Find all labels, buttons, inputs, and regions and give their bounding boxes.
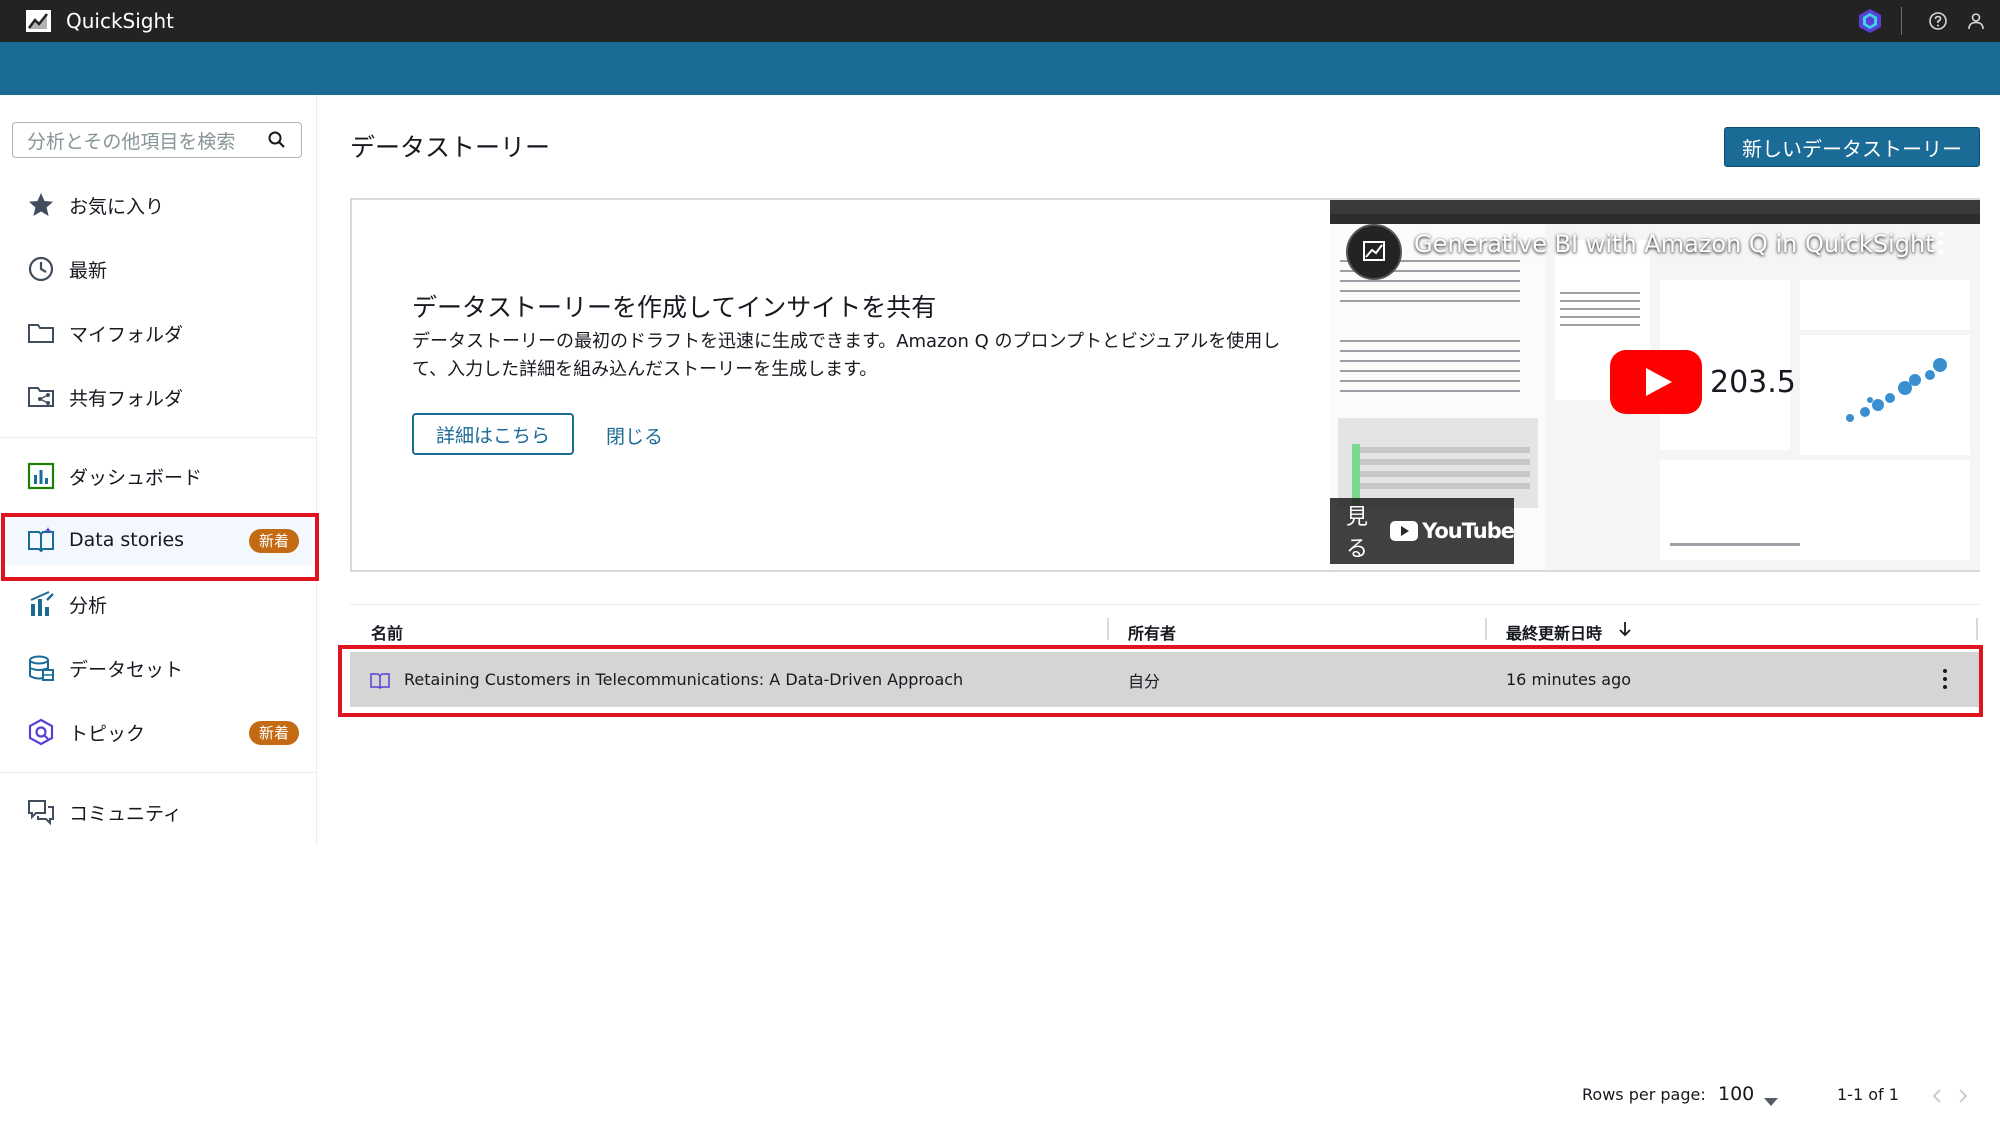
sidebar-item-datasets[interactable]: データセット [0, 640, 317, 696]
sidebar-item-my-folders[interactable]: マイフォルダ [0, 305, 317, 361]
sidebar-item-label: お気に入り [69, 195, 165, 218]
clock-icon [27, 255, 55, 283]
topic-icon [27, 718, 55, 746]
highlight-box-story-row [338, 645, 1983, 717]
channel-avatar[interactable] [1346, 224, 1402, 280]
pagination-range: 1-1 of 1 [1837, 1085, 1899, 1104]
search-input[interactable]: 分析とその他項目を検索 [12, 122, 302, 158]
watch-on-youtube-button[interactable]: 見る YouTube [1330, 498, 1515, 564]
highlight-box-data-stories [1, 513, 319, 581]
video-title[interactable]: Generative BI with Amazon Q in QuickSigh… [1414, 230, 1935, 258]
sidebar-item-analyses[interactable]: 分析 [0, 576, 317, 632]
sidebar-item-community[interactable]: コミュニティ [0, 784, 317, 840]
close-link[interactable]: 閉じる [606, 422, 663, 449]
learn-more-button[interactable]: 詳細はこちら [412, 413, 574, 455]
sidebar-item-dashboards[interactable]: ダッシュボード [0, 448, 317, 504]
sidebar-divider [0, 437, 317, 438]
youtube-logo-icon: YouTube [1390, 519, 1515, 543]
sidebar: 分析とその他項目を検索 お気に入り 最新 マイフォルダ 共有フォルダ ダッシュボ… [0, 95, 317, 845]
sidebar-item-label: 最新 [69, 259, 108, 282]
sidebar-item-favorites[interactable]: お気に入り [0, 177, 317, 233]
promo-banner: データストーリーを作成してインサイトを共有 データストーリーの最初のドラフトを迅… [350, 198, 1980, 572]
amazon-q-icon[interactable] [1857, 8, 1883, 34]
help-icon[interactable] [1928, 11, 1948, 31]
column-separator [1976, 618, 1978, 640]
sidebar-item-label: トピック [69, 722, 146, 745]
sidebar-divider [0, 772, 317, 773]
table-divider [350, 604, 1980, 605]
video-player[interactable]: Generative BI with Amazon Q in QuickSigh… [1330, 200, 1980, 570]
user-icon[interactable] [1966, 11, 1986, 31]
sidebar-item-label: 共有フォルダ [69, 387, 184, 410]
sidebar-item-shared-folders[interactable]: 共有フォルダ [0, 369, 317, 425]
search-placeholder: 分析とその他項目を検索 [27, 130, 236, 153]
search-icon[interactable] [267, 130, 287, 150]
promo-description: データストーリーの最初のドラフトを迅速に生成できます。Amazon Q のプロン… [412, 331, 1281, 380]
video-kpi-value: 203.5 [1710, 365, 1796, 400]
star-icon [27, 191, 55, 219]
promo-heading: データストーリーを作成してインサイトを共有 [412, 293, 937, 322]
shared-folder-icon [27, 383, 55, 411]
column-header-last-updated[interactable]: 最終更新日時 [1506, 620, 1602, 644]
sort-descending-icon[interactable] [1618, 621, 1632, 637]
sidebar-item-label: マイフォルダ [69, 323, 184, 346]
rows-per-page-select[interactable]: 100 [1718, 1083, 1754, 1105]
sidebar-item-label: データセット [69, 658, 184, 681]
dataset-icon [27, 654, 55, 682]
rows-per-page-label: Rows per page: [1582, 1085, 1706, 1104]
watch-label: 見る [1346, 505, 1369, 562]
top-right-actions [1857, 0, 1986, 42]
column-header-name[interactable]: 名前 [371, 620, 403, 644]
sidebar-item-label: コミュニティ [69, 802, 182, 825]
new-badge: 新着 [248, 721, 299, 745]
previous-page-icon[interactable] [1932, 1088, 1942, 1103]
dashboard-icon [27, 462, 55, 490]
brand-band [0, 42, 2000, 95]
youtube-label: YouTube [1422, 519, 1515, 543]
play-icon[interactable] [1610, 350, 1702, 414]
folder-icon [27, 319, 55, 347]
sidebar-item-label: 分析 [69, 594, 108, 617]
analysis-icon [27, 590, 55, 618]
quicksight-logo-icon[interactable] [25, 9, 52, 33]
column-separator [1107, 618, 1109, 640]
sidebar-item-recent[interactable]: 最新 [0, 241, 317, 297]
chevron-down-icon[interactable] [1764, 1091, 1778, 1106]
page-title: データストーリー [350, 133, 551, 162]
sidebar-item-topics[interactable]: トピック 新着 [0, 704, 317, 760]
column-header-owner[interactable]: 所有者 [1128, 620, 1176, 644]
new-data-story-button[interactable]: 新しいデータストーリー [1724, 127, 1980, 167]
sidebar-item-label: ダッシュボード [69, 466, 203, 489]
next-page-icon[interactable] [1958, 1088, 1968, 1103]
column-separator [1485, 618, 1487, 640]
community-icon [27, 798, 55, 826]
more-options-icon[interactable] [1938, 230, 1944, 256]
divider [1901, 7, 1902, 35]
app-title[interactable]: QuickSight [66, 9, 174, 33]
top-bar: QuickSight [0, 0, 2000, 42]
